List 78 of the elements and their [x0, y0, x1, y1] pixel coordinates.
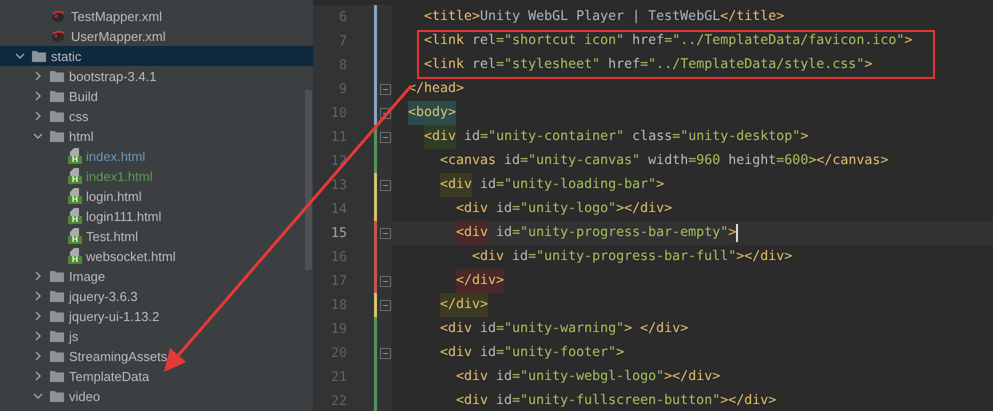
tree-row[interactable]: js [0, 326, 313, 346]
tree-row[interactable]: video [0, 386, 313, 406]
file-name: Image [69, 268, 106, 284]
folder-icon [50, 290, 64, 302]
code-line: </head> [408, 80, 464, 98]
tree-row[interactable]: H Test.html [0, 226, 313, 246]
folder-icon [50, 270, 64, 282]
file-name: js [69, 328, 78, 344]
folder-icon [50, 130, 64, 142]
folder-icon [50, 390, 64, 402]
file-name: StreamingAssets [69, 348, 168, 364]
file-name: jquery-ui-1.13.2 [69, 308, 160, 324]
file-name: UserMapper.xml [71, 28, 166, 44]
folder-icon [50, 110, 64, 122]
tree-row[interactable]: bootstrap-3.4.1 [0, 66, 313, 86]
tree-row[interactable]: Image [0, 266, 313, 286]
tree-row[interactable]: jquery-3.6.3 [0, 286, 313, 306]
fold-icon[interactable] [380, 84, 391, 94]
tree-row[interactable]: H websocket.html [0, 246, 313, 266]
fold-icon[interactable] [380, 228, 391, 238]
file-name: websocket.html [86, 248, 176, 264]
file-name: index.html [86, 148, 146, 164]
file-name: css [69, 108, 88, 124]
file-name: bootstrap-3.4.1 [69, 68, 156, 84]
code-line: <link rel="stylesheet" href="../TemplateData/style.css"> [424, 56, 872, 74]
tree-row[interactable]: html [0, 126, 313, 146]
line-number: 15 [330, 226, 347, 240]
file-name: static [51, 48, 82, 64]
file-name: TemplateData [69, 368, 150, 384]
bird-icon [50, 29, 66, 43]
scrollbar[interactable] [305, 90, 312, 270]
tree-row[interactable]: H login111.html [0, 206, 313, 226]
code-line: <link rel="shortcut icon" href="../TemplateData/favicon.ico"> [424, 32, 912, 50]
folder-icon [50, 70, 64, 82]
file-name: TestMapper.xml [71, 8, 162, 24]
folder-icon [50, 310, 64, 322]
folder-icon [50, 90, 64, 102]
file-name: login111.html [86, 208, 162, 224]
code-line: <title>Unity WebGL Player | TestWebGL</title> [424, 8, 784, 26]
file-name: Test.html [86, 228, 138, 244]
fold-icon[interactable] [380, 348, 391, 358]
folder-icon [50, 350, 64, 362]
file-name: index1.html [86, 168, 152, 184]
code-line: <div id="unity-logo"></div> [456, 200, 672, 218]
text-cursor [736, 224, 738, 242]
code-line: <div id="unity-fullscreen-button"></div> [456, 392, 776, 410]
code-line: <div id="unity-warning"> </div> [440, 320, 688, 338]
fold-icon[interactable] [380, 180, 391, 190]
folder-icon [32, 50, 46, 62]
code-line: <div id="unity-footer"> [440, 344, 624, 362]
fold-icon[interactable] [380, 132, 391, 142]
code-line: <canvas id="unity-canvas" width=960 height=600></canvas> [440, 152, 888, 170]
folder-icon [50, 370, 64, 382]
tree-row[interactable]: TemplateData [0, 366, 313, 386]
tree-row[interactable]: H index1.html [0, 166, 313, 186]
tree-row[interactable]: H login.html [0, 186, 313, 206]
code-line: <div id="unity-loading-bar"> [440, 173, 664, 197]
tree-row[interactable]: StreamingAssets [0, 346, 313, 366]
code-line: <div id="unity-progress-bar-full"></div> [472, 248, 792, 266]
file-name: login.html [86, 188, 142, 204]
file-name: Build [69, 88, 98, 104]
fold-icon[interactable] [380, 300, 391, 310]
tree-row[interactable]: H index.html [0, 146, 313, 166]
file-name: html [69, 128, 94, 144]
file-name: video [69, 388, 100, 404]
bird-icon [50, 9, 66, 23]
code-line: <div id="unity-progress-bar-empty"> [456, 221, 736, 245]
tree-row[interactable]: Build [0, 86, 313, 106]
tree-row[interactable]: jquery-ui-1.13.2 [0, 306, 313, 326]
tree-row[interactable]: TestMapper.xml [0, 6, 313, 26]
folder-icon [50, 330, 64, 342]
tree-row[interactable]: UserMapper.xml [0, 26, 313, 46]
fold-icon[interactable] [380, 276, 391, 286]
tree-row[interactable]: static [0, 46, 313, 66]
code-line: <div id="unity-container" class="unity-desktop"> [424, 125, 808, 149]
tree-row[interactable]: css [0, 106, 313, 126]
file-name: jquery-3.6.3 [69, 288, 138, 304]
code-line: <div id="unity-webgl-logo"></div> [456, 368, 720, 386]
